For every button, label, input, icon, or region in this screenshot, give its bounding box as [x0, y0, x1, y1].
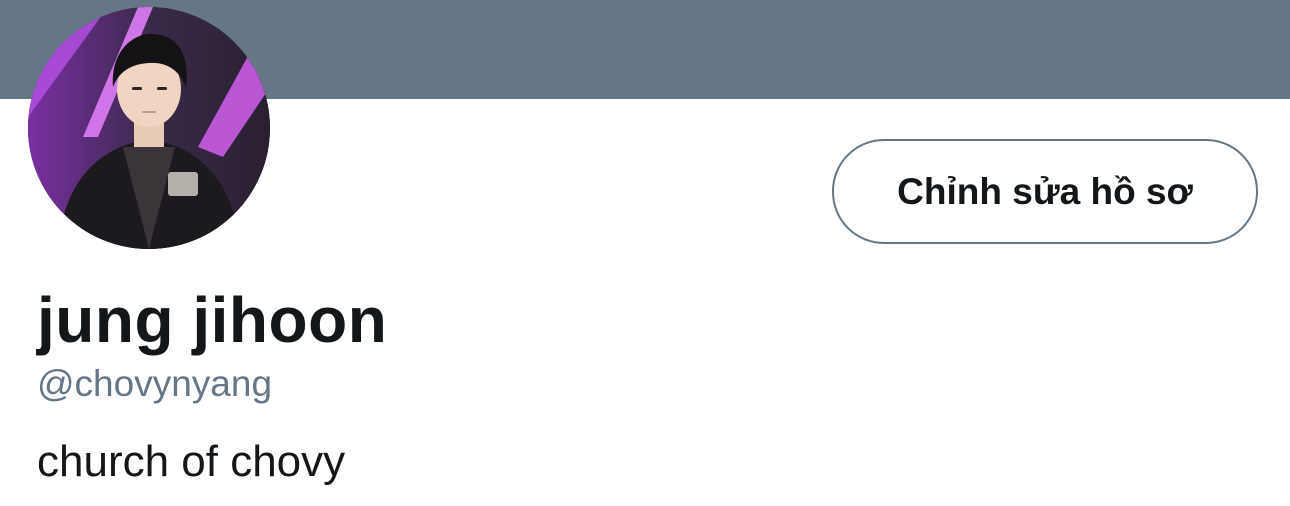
display-name: jung jihoon [37, 284, 388, 356]
avatar-image [28, 7, 270, 249]
avatar[interactable] [28, 7, 270, 249]
username-handle: @chovynyang [37, 363, 273, 404]
profile-page: Chỉnh sửa hồ sơ jung jihoon @chovynyang … [0, 0, 1290, 506]
profile-bio: church of chovy [37, 437, 346, 486]
edit-profile-button[interactable]: Chỉnh sửa hồ sơ [832, 139, 1258, 244]
